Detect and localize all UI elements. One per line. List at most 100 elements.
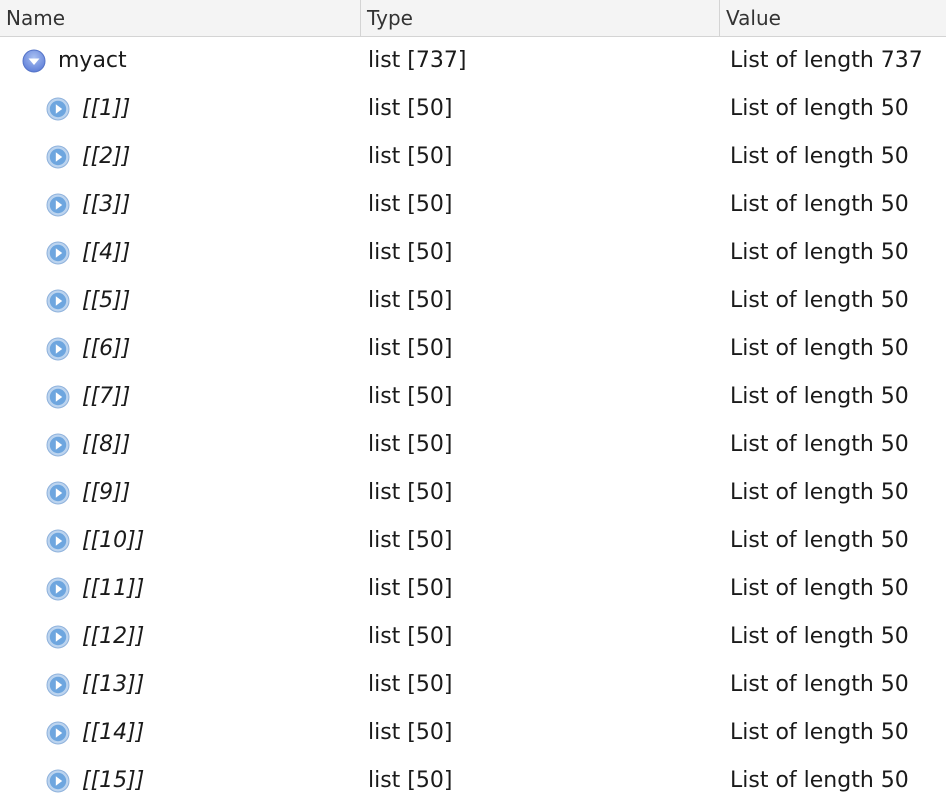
value-cell: List of length 50 bbox=[730, 144, 909, 169]
tree-row-root[interactable]: myact list [737] List of length 737 bbox=[0, 37, 946, 85]
row-name: [[10]] bbox=[82, 528, 145, 553]
tree-row-item[interactable]: [[4]] list [50] List of length 50 bbox=[0, 229, 946, 277]
chevron-right-icon[interactable] bbox=[46, 433, 70, 457]
type-cell: list [50] bbox=[368, 432, 453, 457]
type-cell: list [50] bbox=[368, 192, 453, 217]
type-cell: list [50] bbox=[368, 384, 453, 409]
row-name: [[15]] bbox=[82, 768, 145, 793]
name-cell: [[8]] bbox=[0, 421, 360, 469]
name-cell: [[6]] bbox=[0, 325, 360, 373]
type-cell: list [50] bbox=[368, 480, 453, 505]
type-cell: list [50] bbox=[368, 768, 453, 793]
chevron-right-icon[interactable] bbox=[46, 97, 70, 121]
value-cell: List of length 50 bbox=[730, 240, 909, 265]
row-name: [[6]] bbox=[82, 336, 131, 361]
value-cell: List of length 50 bbox=[730, 672, 909, 697]
name-cell: [[10]] bbox=[0, 517, 360, 565]
chevron-right-icon[interactable] bbox=[46, 145, 70, 169]
row-name: [[4]] bbox=[82, 240, 131, 265]
chevron-right-icon[interactable] bbox=[46, 337, 70, 361]
value-cell: List of length 50 bbox=[730, 384, 909, 409]
row-name: myact bbox=[58, 48, 127, 73]
chevron-right-icon[interactable] bbox=[46, 385, 70, 409]
chevron-right-icon[interactable] bbox=[46, 673, 70, 697]
tree-row-item[interactable]: [[5]] list [50] List of length 50 bbox=[0, 277, 946, 325]
name-cell: [[12]] bbox=[0, 613, 360, 661]
name-cell: myact bbox=[0, 37, 360, 85]
tree-row-item[interactable]: [[11]] list [50] List of length 50 bbox=[0, 565, 946, 613]
chevron-right-icon[interactable] bbox=[46, 289, 70, 313]
row-name: [[14]] bbox=[82, 720, 145, 745]
name-cell: [[11]] bbox=[0, 565, 360, 613]
tree-row-item[interactable]: [[2]] list [50] List of length 50 bbox=[0, 133, 946, 181]
value-cell: List of length 50 bbox=[730, 768, 909, 793]
tree-row-item[interactable]: [[15]] list [50] List of length 50 bbox=[0, 757, 946, 805]
value-cell: List of length 50 bbox=[730, 624, 909, 649]
row-name: [[12]] bbox=[82, 624, 145, 649]
type-cell: list [50] bbox=[368, 96, 453, 121]
column-header-type[interactable]: Type bbox=[360, 0, 719, 36]
chevron-right-icon[interactable] bbox=[46, 577, 70, 601]
tree-row-item[interactable]: [[13]] list [50] List of length 50 bbox=[0, 661, 946, 709]
name-cell: [[4]] bbox=[0, 229, 360, 277]
name-cell: [[5]] bbox=[0, 277, 360, 325]
value-cell: List of length 50 bbox=[730, 576, 909, 601]
data-viewer: Name Type Value myact list [737] List of… bbox=[0, 0, 946, 806]
type-cell: list [50] bbox=[368, 720, 453, 745]
chevron-right-icon[interactable] bbox=[46, 481, 70, 505]
type-cell: list [50] bbox=[368, 144, 453, 169]
row-name: [[8]] bbox=[82, 432, 131, 457]
value-cell: List of length 50 bbox=[730, 528, 909, 553]
value-cell: List of length 50 bbox=[730, 336, 909, 361]
tree-row-item[interactable]: [[3]] list [50] List of length 50 bbox=[0, 181, 946, 229]
tree-row-item[interactable]: [[7]] list [50] List of length 50 bbox=[0, 373, 946, 421]
name-cell: [[15]] bbox=[0, 757, 360, 805]
value-cell: List of length 737 bbox=[730, 48, 923, 73]
chevron-right-icon[interactable] bbox=[46, 721, 70, 745]
name-cell: [[9]] bbox=[0, 469, 360, 517]
type-cell: list [50] bbox=[368, 336, 453, 361]
type-cell: list [50] bbox=[368, 528, 453, 553]
name-cell: [[7]] bbox=[0, 373, 360, 421]
row-name: [[7]] bbox=[82, 384, 131, 409]
value-cell: List of length 50 bbox=[730, 288, 909, 313]
tree-row-item[interactable]: [[10]] list [50] List of length 50 bbox=[0, 517, 946, 565]
type-cell: list [50] bbox=[368, 288, 453, 313]
row-name: [[13]] bbox=[82, 672, 145, 697]
row-name: [[2]] bbox=[82, 144, 131, 169]
name-cell: [[13]] bbox=[0, 661, 360, 709]
value-cell: List of length 50 bbox=[730, 720, 909, 745]
chevron-right-icon[interactable] bbox=[46, 241, 70, 265]
tree-row-item[interactable]: [[6]] list [50] List of length 50 bbox=[0, 325, 946, 373]
name-cell: [[3]] bbox=[0, 181, 360, 229]
row-name: [[11]] bbox=[82, 576, 145, 601]
type-cell: list [50] bbox=[368, 672, 453, 697]
tree-row-item[interactable]: [[12]] list [50] List of length 50 bbox=[0, 613, 946, 661]
column-header-name[interactable]: Name bbox=[0, 0, 360, 36]
row-name: [[1]] bbox=[82, 96, 131, 121]
chevron-right-icon[interactable] bbox=[46, 625, 70, 649]
tree-row-item[interactable]: [[9]] list [50] List of length 50 bbox=[0, 469, 946, 517]
row-name: [[5]] bbox=[82, 288, 131, 313]
value-cell: List of length 50 bbox=[730, 96, 909, 121]
value-cell: List of length 50 bbox=[730, 432, 909, 457]
type-cell: list [50] bbox=[368, 240, 453, 265]
chevron-right-icon[interactable] bbox=[46, 193, 70, 217]
tree-row-item[interactable]: [[1]] list [50] List of length 50 bbox=[0, 85, 946, 133]
row-name: [[3]] bbox=[82, 192, 131, 217]
chevron-right-icon[interactable] bbox=[46, 769, 70, 793]
column-header-value[interactable]: Value bbox=[719, 0, 946, 36]
type-cell: list [50] bbox=[368, 624, 453, 649]
tree-row-item[interactable]: [[14]] list [50] List of length 50 bbox=[0, 709, 946, 757]
name-cell: [[14]] bbox=[0, 709, 360, 757]
type-cell: list [737] bbox=[368, 48, 467, 73]
name-cell: [[1]] bbox=[0, 85, 360, 133]
name-cell: [[2]] bbox=[0, 133, 360, 181]
type-cell: list [50] bbox=[368, 576, 453, 601]
column-header: Name Type Value bbox=[0, 0, 946, 37]
chevron-down-icon[interactable] bbox=[22, 49, 46, 73]
value-cell: List of length 50 bbox=[730, 192, 909, 217]
tree-row-item[interactable]: [[8]] list [50] List of length 50 bbox=[0, 421, 946, 469]
tree-rows: myact list [737] List of length 737 [[1]… bbox=[0, 37, 946, 805]
chevron-right-icon[interactable] bbox=[46, 529, 70, 553]
